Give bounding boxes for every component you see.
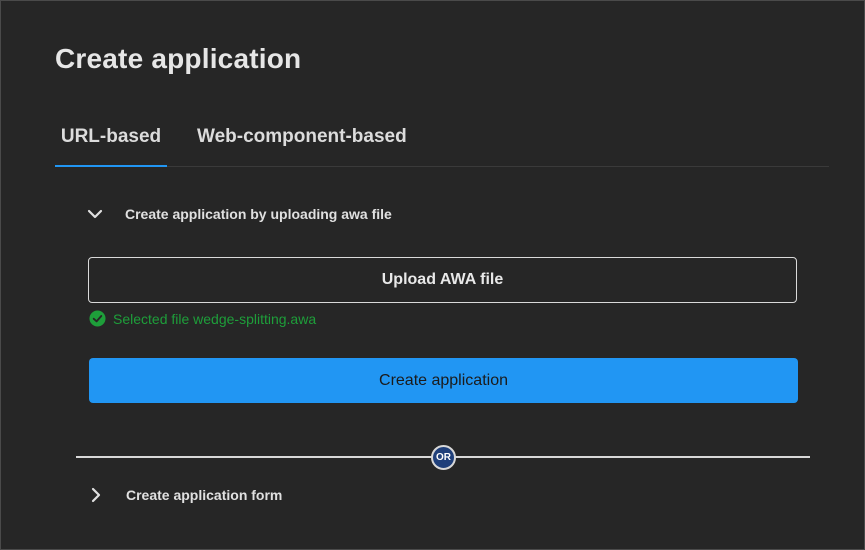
create-application-dialog: Create application URL-based Web-compone… [0, 0, 865, 550]
upload-section-label: Create application by uploading awa file [125, 206, 392, 222]
file-status: Selected file wedge-splitting.awa [89, 310, 316, 327]
file-status-text: Selected file wedge-splitting.awa [113, 310, 317, 327]
form-section-label: Create application form [126, 487, 283, 503]
tab-web-component-based[interactable]: Web-component-based [197, 119, 407, 166]
page-title: Create application [55, 43, 302, 74]
tab-bar: URL-based Web-component-based [55, 119, 829, 167]
check-circle-icon [89, 310, 106, 327]
tab-url-based[interactable]: URL-based [55, 119, 167, 167]
chevron-right-icon [91, 487, 101, 503]
upload-awa-file-button[interactable]: Upload AWA file [88, 257, 797, 303]
create-application-button[interactable]: Create application [89, 358, 798, 403]
form-section-header[interactable]: Create application form [88, 487, 282, 503]
upload-section-header[interactable]: Create application by uploading awa file [87, 206, 392, 222]
chevron-down-icon [87, 209, 103, 219]
or-badge: OR [431, 445, 456, 470]
